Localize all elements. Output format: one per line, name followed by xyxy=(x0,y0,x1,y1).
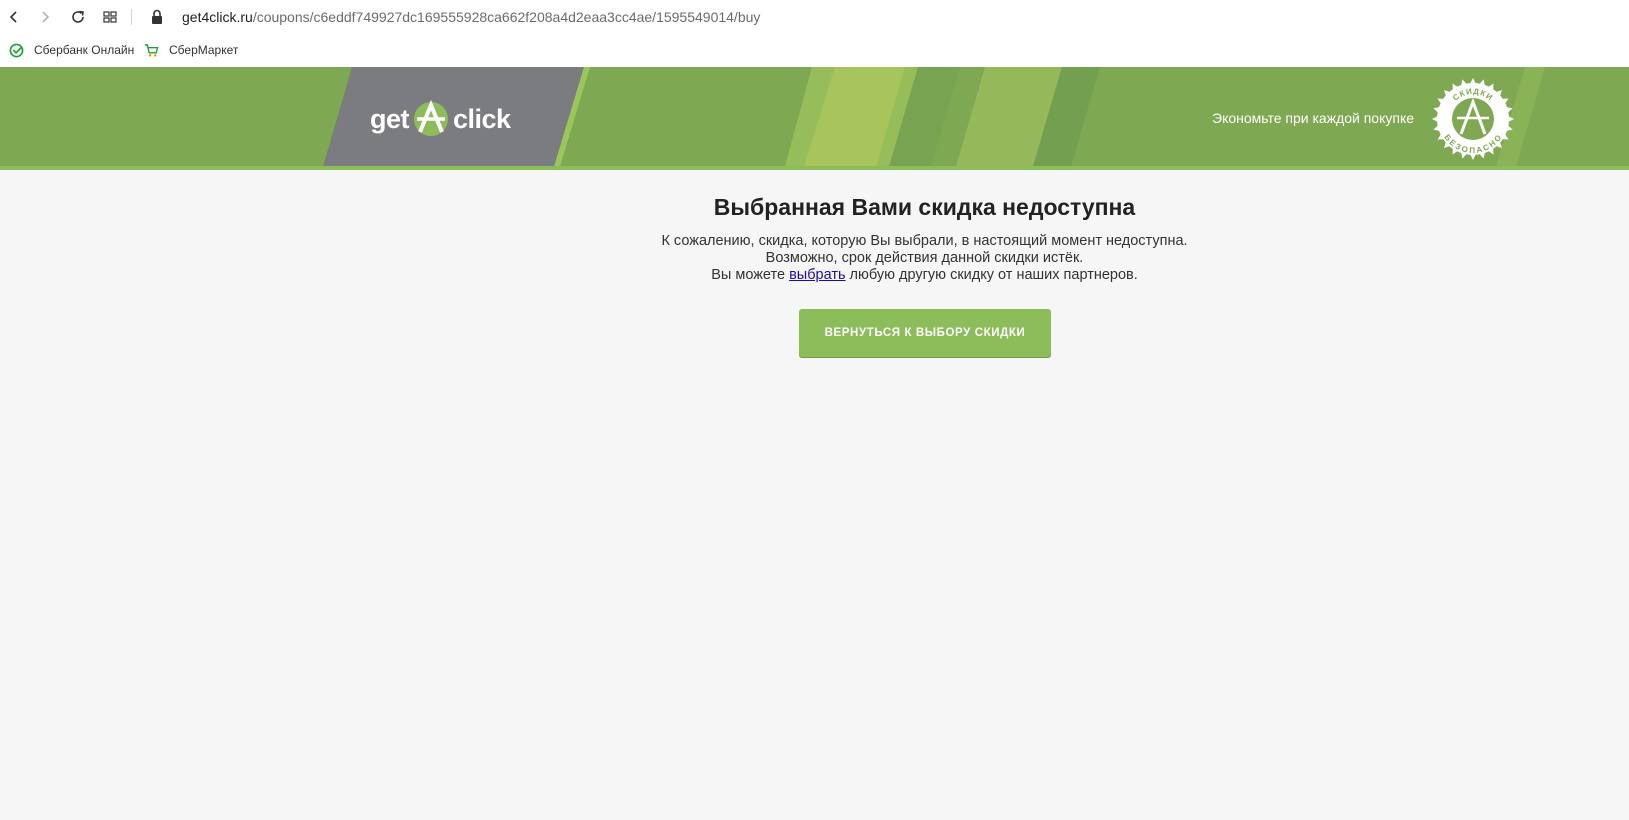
site-header: get click Экономьте при каждой покупке С… xyxy=(0,67,1629,170)
bookmarks-bar: Сбербанк Онлайн СберМаркет xyxy=(0,34,1629,67)
forward-icon xyxy=(42,11,50,23)
browser-toolbar: get4click.ru/coupons/c6eddf749927dc16955… xyxy=(0,0,1629,34)
message-line-2: Возможно, срок действия данной скидки ис… xyxy=(765,250,1084,266)
message-line-1: К сожалению, скидка, которую Вы выбрали,… xyxy=(661,233,1188,249)
message-line-3-before: Вы можете xyxy=(711,267,790,283)
cart-icon xyxy=(144,43,159,57)
reload-button[interactable] xyxy=(66,5,90,29)
choose-link[interactable]: выбрать xyxy=(789,267,845,283)
bookmark-sberbank-online[interactable]: Сбербанк Онлайн xyxy=(9,41,134,59)
logo-text-right: click xyxy=(453,103,511,134)
page-title: Выбранная Вами скидка недоступна xyxy=(713,194,1136,220)
sberbank-icon xyxy=(9,43,24,57)
reload-icon xyxy=(72,10,84,23)
message-line-3-after: любую другую скидку от наших партнеров. xyxy=(845,267,1138,283)
unavailable-message: К сожалению, скидка, которую Вы выбрали,… xyxy=(0,233,1629,284)
logo-text-left: get xyxy=(370,103,410,134)
forward-button[interactable] xyxy=(33,5,57,29)
url-host: get4click.ru xyxy=(182,9,253,25)
message-line-3: Вы можете выбрать любую другую скидку от… xyxy=(0,267,1629,284)
tabs-grid-icon xyxy=(103,11,117,23)
address-bar[interactable]: get4click.ru/coupons/c6eddf749927dc16955… xyxy=(182,8,760,26)
logo-mark-icon xyxy=(414,99,448,136)
bookmark-label: Сбербанк Онлайн xyxy=(34,43,135,57)
tabs-grid-button[interactable] xyxy=(98,5,122,29)
back-button[interactable] xyxy=(2,5,26,29)
bookmark-sbermarket[interactable]: СберМаркет xyxy=(144,41,238,59)
url-path: /coupons/c6eddf749927dc169555928ca662f20… xyxy=(252,9,761,25)
lock-icon[interactable] xyxy=(150,8,164,26)
return-to-discounts-button[interactable]: ВЕРНУТЬСЯ К ВЫБОРУ СКИДКИ xyxy=(799,309,1051,357)
header-slogan: Экономьте при каждой покупке xyxy=(1212,110,1415,126)
back-icon xyxy=(9,11,17,23)
bookmark-label: СберМаркет xyxy=(169,43,239,57)
toolbar-separator xyxy=(131,9,132,25)
header-bottom-line xyxy=(0,166,1629,170)
get4click-logo[interactable]: get click xyxy=(370,97,511,141)
safe-discounts-badge-icon: СКИДКИ БЕЗОПАСНО xyxy=(1432,78,1514,160)
